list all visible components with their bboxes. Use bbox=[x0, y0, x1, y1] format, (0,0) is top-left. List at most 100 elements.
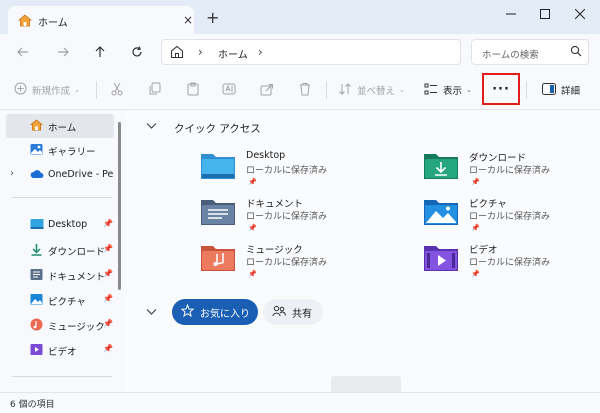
quick-access-item-desktop[interactable]: Desktop ローカルに保存済み 📌 bbox=[200, 150, 390, 192]
pin-icon[interactable]: 📌 bbox=[103, 244, 113, 253]
navigation-bar: › ホーム › ホームの検索 bbox=[0, 34, 600, 70]
shared-label: 共有 bbox=[292, 308, 312, 320]
close-window-button[interactable] bbox=[565, 4, 595, 24]
shared-filter-button[interactable]: 共有 bbox=[263, 299, 323, 325]
favorites-filter-button[interactable]: お気に入り bbox=[172, 299, 258, 325]
pin-icon[interactable]: 📌 bbox=[103, 219, 113, 228]
new-button[interactable]: 新規作成 ⌄ bbox=[14, 80, 80, 100]
item-name: ビデオ bbox=[469, 245, 498, 256]
forward-arrow-icon[interactable] bbox=[52, 42, 74, 62]
sidebar-scrollbar[interactable] bbox=[118, 122, 121, 290]
quick-access-title[interactable]: クイック アクセス bbox=[174, 121, 261, 136]
search-box[interactable]: ホームの検索 bbox=[471, 39, 589, 65]
breadcrumb-home[interactable]: ホーム bbox=[218, 46, 248, 61]
rename-button[interactable] bbox=[222, 80, 236, 100]
search-icon[interactable] bbox=[570, 45, 582, 60]
close-tab-icon[interactable]: × bbox=[183, 13, 193, 27]
divider bbox=[326, 81, 327, 99]
sidebar-label: ギャラリー bbox=[48, 147, 96, 158]
file-explorer-window: ホーム × + › ホーム › ホームの検索 新規作成 ⌄ 並べ替え ⌄ 表示 … bbox=[0, 0, 600, 413]
sidebar-item-home[interactable]: ホーム bbox=[6, 114, 114, 138]
favorites-label: お気に入り bbox=[200, 308, 250, 320]
chevron-down-icon: ⌄ bbox=[399, 86, 405, 94]
divider bbox=[12, 197, 112, 198]
pin-icon[interactable]: 📌 bbox=[103, 269, 113, 278]
item-status: ローカルに保存済み bbox=[469, 258, 551, 268]
back-arrow-icon[interactable] bbox=[12, 42, 34, 62]
chevron-down-icon[interactable] bbox=[146, 122, 157, 133]
star-icon bbox=[180, 303, 195, 320]
pin-icon: 📌 bbox=[471, 178, 480, 186]
minimize-button[interactable] bbox=[496, 4, 526, 24]
quick-access-item-videos[interactable]: ビデオ ローカルに保存済み 📌 bbox=[423, 242, 600, 284]
pin-icon[interactable]: 📌 bbox=[103, 319, 113, 328]
pictures-icon bbox=[30, 293, 43, 309]
music-icon bbox=[30, 318, 43, 334]
sidebar-item-onedrive[interactable]: › OneDrive - Perso bbox=[6, 163, 114, 187]
pin-icon[interactable]: 📌 bbox=[103, 344, 113, 353]
refresh-icon[interactable] bbox=[126, 42, 148, 62]
divider bbox=[96, 81, 97, 99]
view-button[interactable]: 表示 ⌄ bbox=[424, 80, 472, 100]
chevron-down-icon: ⌄ bbox=[466, 86, 472, 94]
sort-button[interactable]: 並べ替え ⌄ bbox=[338, 80, 405, 100]
downloads-folder-icon bbox=[423, 150, 459, 183]
address-bar[interactable]: › ホーム › bbox=[161, 39, 461, 65]
divider bbox=[12, 376, 112, 377]
up-arrow-icon[interactable] bbox=[89, 42, 111, 62]
address-home-icon[interactable] bbox=[170, 45, 184, 62]
empty-state-graphic bbox=[331, 376, 401, 392]
sidebar-item-pictures[interactable]: ピクチャ 📌 bbox=[6, 288, 114, 312]
quick-access-item-downloads[interactable]: ダウンロード ローカルに保存済み 📌 bbox=[423, 150, 600, 192]
chevron-right-icon[interactable]: › bbox=[10, 168, 14, 179]
downloads-icon bbox=[30, 243, 43, 259]
sidebar-item-music[interactable]: ミュージック 📌 bbox=[6, 313, 114, 337]
desktop-icon bbox=[30, 218, 44, 233]
paste-button[interactable] bbox=[186, 80, 200, 100]
sidebar-item-downloads[interactable]: ダウンロード 📌 bbox=[6, 238, 114, 262]
details-button[interactable]: 詳細 bbox=[542, 80, 580, 100]
documents-icon bbox=[30, 268, 43, 284]
chevron-down-icon[interactable] bbox=[146, 308, 157, 319]
title-bar: ホーム × + bbox=[0, 0, 600, 34]
view-label: 表示 bbox=[443, 86, 463, 97]
quick-access-item-pictures[interactable]: ピクチャ ローカルに保存済み 📌 bbox=[423, 196, 600, 238]
sidebar-item-gallery[interactable]: ギャラリー bbox=[6, 138, 114, 162]
item-name: ミュージック bbox=[246, 245, 303, 256]
see-more-button[interactable]: ··· bbox=[482, 73, 520, 105]
quick-access-item-music[interactable]: ミュージック ローカルに保存済み 📌 bbox=[200, 242, 390, 284]
delete-button[interactable] bbox=[298, 80, 312, 100]
rename-icon bbox=[222, 82, 236, 99]
trash-icon bbox=[298, 82, 312, 99]
quick-access-item-documents[interactable]: ドキュメント ローカルに保存済み 📌 bbox=[200, 196, 390, 238]
new-tab-button[interactable]: + bbox=[206, 8, 219, 27]
home-icon bbox=[17, 14, 33, 30]
item-name: ドキュメント bbox=[246, 199, 304, 210]
sidebar-label: OneDrive - Perso bbox=[48, 169, 114, 180]
breadcrumb-separator[interactable]: › bbox=[258, 45, 263, 59]
sidebar-item-desktop[interactable]: Desktop 📌 bbox=[6, 213, 114, 237]
sidebar-item-documents[interactable]: ドキュメント 📌 bbox=[6, 263, 114, 287]
pin-icon: 📌 bbox=[248, 270, 257, 278]
content-area: クイック アクセス Desktop ローカルに保存済み 📌 ダウンロード ローカ… bbox=[126, 110, 600, 392]
maximize-button[interactable] bbox=[530, 4, 560, 24]
home-icon bbox=[29, 119, 44, 134]
chevron-down-icon: ⌄ bbox=[74, 86, 80, 94]
item-status: ローカルに保存済み bbox=[246, 212, 328, 222]
pictures-folder-icon bbox=[423, 196, 459, 229]
tab-home[interactable]: ホーム × bbox=[8, 6, 194, 34]
item-status: ローカルに保存済み bbox=[246, 258, 328, 268]
share-button[interactable] bbox=[260, 80, 274, 100]
share-icon bbox=[260, 82, 274, 99]
pin-icon[interactable]: 📌 bbox=[103, 294, 113, 303]
copy-button[interactable] bbox=[148, 80, 162, 100]
status-bar: 6 個の項目 bbox=[0, 392, 600, 413]
item-name: ダウンロード bbox=[469, 153, 527, 164]
desktop-folder-icon bbox=[200, 150, 236, 183]
add-circle-icon bbox=[14, 82, 27, 98]
cut-button[interactable] bbox=[110, 80, 124, 100]
breadcrumb-separator[interactable]: › bbox=[198, 45, 203, 59]
sidebar-item-videos[interactable]: ビデオ 📌 bbox=[6, 338, 114, 362]
documents-folder-icon bbox=[200, 196, 236, 229]
videos-icon bbox=[30, 343, 43, 359]
